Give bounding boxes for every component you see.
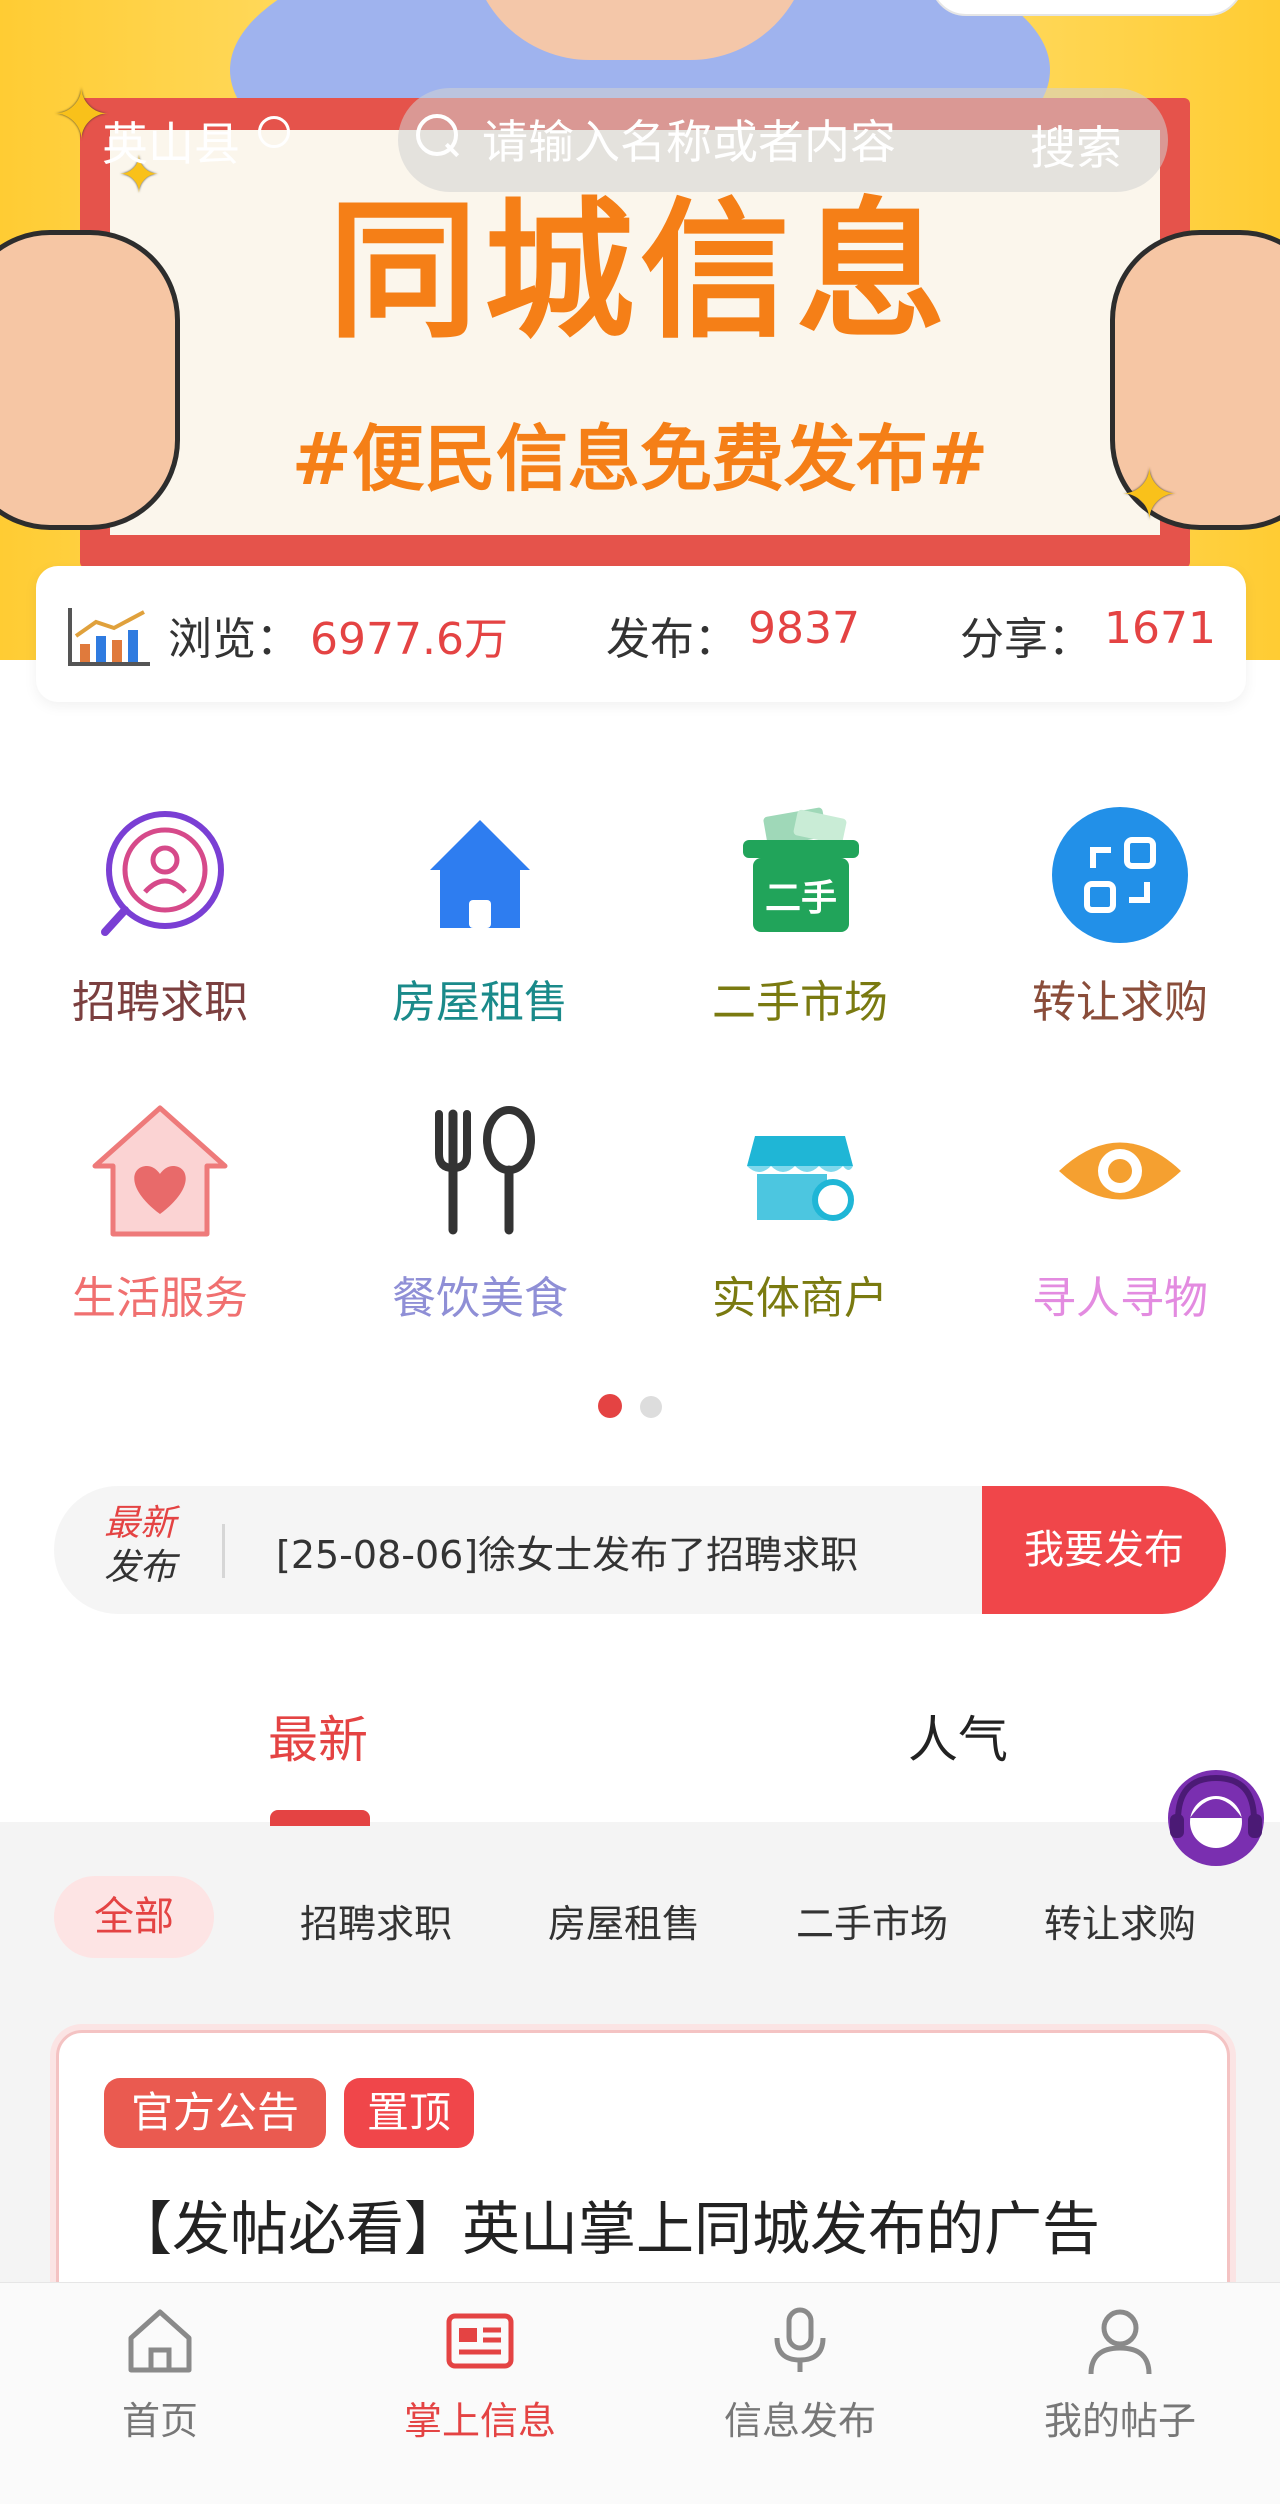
category-label: 生活服务 <box>72 1273 248 1324</box>
posts-value: 9837 <box>748 603 860 654</box>
views-value: 6977.6万 <box>310 614 508 665</box>
category-second-hand[interactable]: 二手 二手市场 <box>640 800 960 1030</box>
second-hand-basket-icon: 二手 <box>743 807 859 932</box>
svg-text:二手: 二手 <box>765 878 837 919</box>
category-house[interactable]: 房屋租售 <box>320 800 640 1030</box>
nav-home[interactable]: 首页 <box>0 2304 320 2445</box>
user-icon <box>1088 2309 1152 2375</box>
search-button[interactable]: 搜索 <box>1030 112 1122 178</box>
nav-label: 掌上信息 <box>403 2399 556 2443</box>
notice-tag-publish: 发布 <box>104 1547 177 1588</box>
search-input[interactable] <box>482 110 1042 174</box>
category-store[interactable]: 实体商户 <box>640 1096 960 1326</box>
category-transfer[interactable]: 转让求购 <box>960 800 1280 1030</box>
filter-house[interactable]: 房屋租售 <box>548 1893 700 1948</box>
nav-label: 我的帖子 <box>1043 2399 1196 2443</box>
eye-icon <box>1059 1142 1181 1200</box>
nav-info[interactable]: 掌上信息 <box>320 2304 640 2445</box>
category-label: 寻人寻物 <box>1032 1273 1208 1324</box>
news-icon <box>446 2313 514 2369</box>
filter-second-hand[interactable]: 二手市场 <box>796 1893 948 1948</box>
shares-value: 1671 <box>1104 603 1216 654</box>
transfer-icon <box>1052 807 1188 943</box>
page-dot-active[interactable] <box>598 1394 622 1418</box>
category-job[interactable]: 招聘求职 <box>0 800 320 1030</box>
category-label: 招聘求职 <box>72 977 248 1028</box>
official-badge: 官方公告 <box>104 2078 326 2148</box>
tab-latest[interactable]: 最新 <box>268 1700 368 1772</box>
microphone-icon <box>774 2307 826 2372</box>
notice-text[interactable]: [25-08-06]徐女士发布了招聘求职 <box>276 1524 858 1579</box>
store-icon <box>747 1136 854 1221</box>
fork-spoon-icon <box>435 1106 535 1235</box>
filter-transfer[interactable]: 转让求购 <box>1044 1893 1196 1948</box>
pinned-badge: 置顶 <box>344 2078 474 2148</box>
nav-label: 首页 <box>121 2399 198 2443</box>
top-pill[interactable] <box>930 0 1244 16</box>
category-label: 实体商户 <box>712 1273 888 1324</box>
category-lost-found[interactable]: 寻人寻物 <box>960 1096 1280 1326</box>
filter-job[interactable]: 招聘求职 <box>300 1893 452 1948</box>
chart-icon <box>68 608 150 666</box>
home-icon <box>128 2309 192 2373</box>
category-label: 餐饮美食 <box>392 1273 568 1324</box>
shares-label: 分享： <box>960 614 1092 665</box>
divider <box>222 1524 225 1578</box>
page-dot[interactable] <box>640 1396 662 1418</box>
heart-house-icon <box>92 1105 228 1237</box>
nav-label: 信息发布 <box>723 2399 876 2443</box>
house-icon <box>430 820 530 928</box>
tab-indicator <box>270 1810 370 1826</box>
category-life-service[interactable]: 生活服务 <box>0 1096 320 1326</box>
views-label: 浏览： <box>168 614 300 665</box>
category-label: 二手市场 <box>712 977 888 1028</box>
category-label: 房屋租售 <box>392 977 568 1028</box>
job-search-icon <box>101 811 224 936</box>
filter-all[interactable]: 全部 <box>54 1876 214 1958</box>
nav-publish[interactable]: 信息发布 <box>640 2304 960 2445</box>
tab-popular[interactable]: 人气 <box>908 1700 1008 1772</box>
category-label: 转让求购 <box>1032 977 1208 1028</box>
publish-button[interactable]: 我要发布 <box>982 1486 1226 1614</box>
post-title[interactable]: 【发帖必看】英山掌上同城发布的广告 <box>114 2186 1194 2272</box>
city-selector[interactable]: 英山县 <box>102 108 240 174</box>
customer-service-icon[interactable] <box>1156 1760 1276 1880</box>
location-icon[interactable] <box>258 116 290 148</box>
nav-my-posts[interactable]: 我的帖子 <box>960 2304 1280 2445</box>
banner-subtitle: #便民信息免费发布# <box>291 417 989 501</box>
posts-label: 发布： <box>606 614 738 665</box>
category-food[interactable]: 餐饮美食 <box>320 1096 640 1326</box>
